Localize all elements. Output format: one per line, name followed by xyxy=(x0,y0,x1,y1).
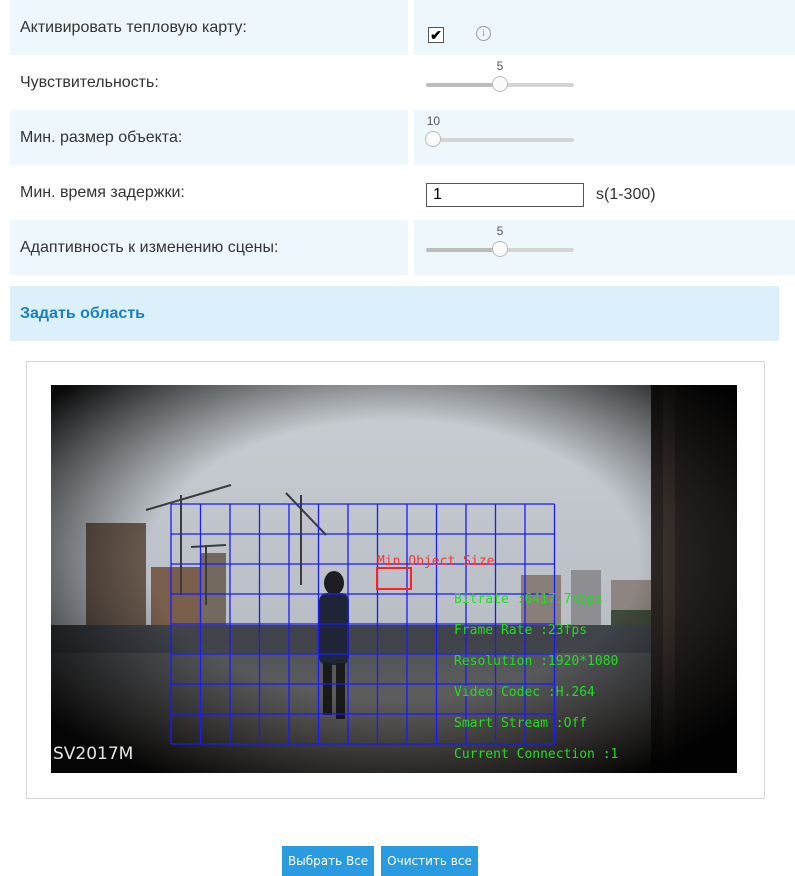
sensitivity-slider-thumb[interactable] xyxy=(492,76,508,92)
button-bar: Выбрать Все Очистить все xyxy=(282,846,478,876)
min-delay-unit: s(1-300) xyxy=(596,186,656,203)
section-header: Задать область xyxy=(10,286,779,341)
min-object-label: Min.Object Size xyxy=(377,554,495,569)
scene-adaptivity-label: Адаптивность к изменению сцены: xyxy=(10,220,408,275)
camera-watermark: SV2017M xyxy=(53,744,133,764)
min-object-size-row: Мин. размер объекта: 10 xyxy=(10,110,795,165)
video-canvas[interactable]: Min.Object Size Bitrate :6417.7kbps Fram… xyxy=(51,385,737,773)
osd-resolution: Resolution :1920*1080 xyxy=(454,654,618,669)
scene-adaptivity-slider-thumb[interactable] xyxy=(492,241,508,257)
min-object-size-value: 10 xyxy=(426,114,441,128)
select-all-button[interactable]: Выбрать Все xyxy=(282,846,375,876)
heatmap-checkbox[interactable]: ✔ xyxy=(428,27,444,43)
min-object-size-label: Мин. размер объекта: xyxy=(10,110,408,165)
sensitivity-value: 5 xyxy=(496,59,504,73)
sensitivity-slider[interactable]: 5 xyxy=(426,59,574,92)
sensitivity-row: Чувствительность: 5 xyxy=(10,55,795,110)
settings-panel: Активировать тепловую карту: ✔ i Чувстви… xyxy=(10,0,795,275)
sensitivity-label: Чувствительность: xyxy=(10,55,408,110)
video-preview[interactable]: Min.Object Size Bitrate :6417.7kbps Fram… xyxy=(51,385,737,773)
osd-smart-stream: Smart Stream :Off xyxy=(454,716,587,731)
section-title: Задать область xyxy=(20,304,145,322)
info-icon[interactable]: i xyxy=(476,26,491,41)
heatmap-label: Активировать тепловую карту: xyxy=(10,0,408,55)
osd-bitrate: Bitrate :6417.7kbps xyxy=(454,592,603,607)
min-delay-label: Мин. время задержки: xyxy=(10,165,408,220)
osd-video-codec: Video Codec :H.264 xyxy=(454,685,595,700)
min-delay-row: Мин. время задержки: s(1-300) xyxy=(10,165,795,220)
clear-all-button[interactable]: Очистить все xyxy=(381,846,478,876)
osd-current-connection: Current Connection :1 xyxy=(454,747,618,762)
min-delay-input[interactable] xyxy=(426,183,584,207)
osd-frame-rate: Frame Rate :23fps xyxy=(454,623,587,638)
scene-adaptivity-slider[interactable]: 5 xyxy=(426,224,574,257)
min-object-size-slider[interactable]: 10 xyxy=(425,114,574,147)
min-object-size-slider-thumb[interactable] xyxy=(425,131,442,147)
scene-adaptivity-value: 5 xyxy=(496,224,504,238)
scene-adaptivity-row: Адаптивность к изменению сцены: 5 xyxy=(10,220,795,275)
heatmap-row: Активировать тепловую карту: ✔ i xyxy=(10,0,795,55)
